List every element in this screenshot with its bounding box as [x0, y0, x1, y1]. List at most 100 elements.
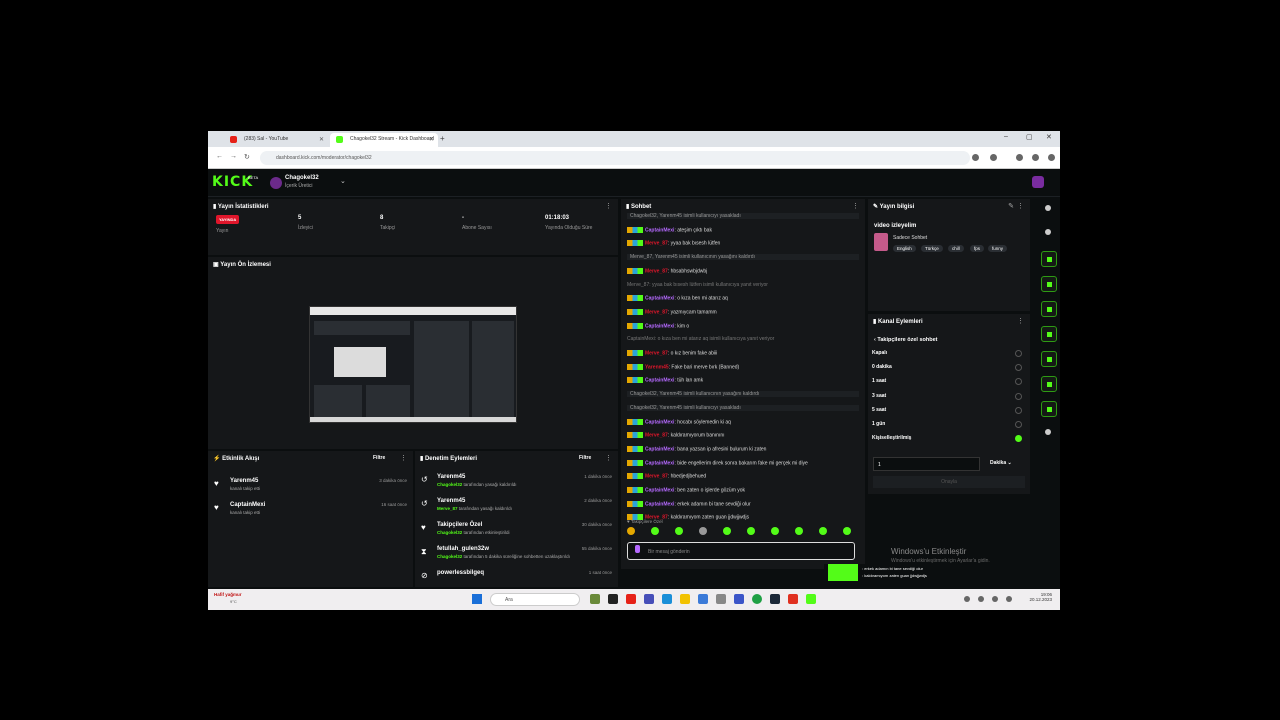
app-icon[interactable]: [734, 594, 744, 604]
app-icon[interactable]: [716, 594, 726, 604]
clock[interactable]: 19:06 20.12.2023: [1029, 592, 1052, 602]
tray-icon[interactable]: [964, 596, 970, 602]
download-icon[interactable]: [1016, 154, 1023, 161]
chat-message[interactable]: CaptainMexi: bide engellerim direk sonra…: [627, 459, 859, 466]
sidebar-button[interactable]: [1041, 301, 1057, 317]
youtube-icon[interactable]: [626, 594, 636, 604]
more-icon[interactable]: ⋮: [1017, 317, 1024, 325]
forward-icon[interactable]: →: [230, 153, 237, 160]
users-icon[interactable]: [1045, 429, 1051, 435]
emote-icon[interactable]: [819, 527, 827, 535]
chat-username[interactable]: Merve_87: [645, 268, 668, 274]
duration-option[interactable]: 3 saat: [872, 392, 1022, 400]
reload-icon[interactable]: ↻: [244, 153, 250, 161]
chat-username[interactable]: CaptainMexi: [645, 501, 674, 507]
app-icon[interactable]: [590, 594, 600, 604]
chrome-icon[interactable]: [752, 594, 762, 604]
chevron-down-icon[interactable]: ⌄: [340, 177, 346, 185]
radio-button[interactable]: [1015, 421, 1022, 428]
microphone-icon[interactable]: [635, 545, 640, 553]
chat-message[interactable]: Merve_87: kaldıramıyorum banınını: [627, 432, 859, 439]
radio-button[interactable]: [1015, 364, 1022, 372]
stream-category[interactable]: Sadece Sohbet: [893, 235, 927, 241]
extensions-icon[interactable]: [990, 154, 997, 161]
info-icon[interactable]: [1045, 205, 1051, 211]
bookmark-icon[interactable]: [972, 154, 979, 161]
emote-icon[interactable]: [651, 527, 659, 535]
duration-option[interactable]: 5 saat: [872, 406, 1022, 414]
app-icon[interactable]: [698, 594, 708, 604]
feed-name[interactable]: Takipçilere Özel: [437, 522, 482, 528]
duration-option[interactable]: 1 gün: [872, 421, 1022, 428]
chat-message[interactable]: CaptainMexi: hocabı söylemedin ki aq: [627, 418, 859, 425]
more-icon[interactable]: ⋮: [605, 202, 612, 210]
user-avatar[interactable]: [1032, 176, 1044, 188]
volume-icon[interactable]: [992, 596, 998, 602]
tray-icon[interactable]: [978, 596, 984, 602]
tag[interactable]: funny: [988, 245, 1008, 252]
edge-icon[interactable]: [662, 594, 672, 604]
start-icon[interactable]: [472, 594, 482, 604]
feed-name[interactable]: Yarenm45: [437, 474, 465, 480]
pencil-icon[interactable]: [1045, 229, 1051, 235]
edit-icon[interactable]: ✎: [1008, 202, 1014, 210]
network-icon[interactable]: [1006, 596, 1012, 602]
chat-username[interactable]: CaptainMexi: [645, 227, 674, 233]
feed-name[interactable]: fetullah_gulen32w: [437, 546, 489, 552]
duration-option[interactable]: Kapalı: [872, 350, 1022, 357]
sidebar-button[interactable]: [1041, 376, 1057, 392]
stream-preview-video[interactable]: [309, 306, 517, 423]
tag[interactable]: Türkçe: [921, 245, 943, 252]
radio-button[interactable]: [1015, 350, 1022, 357]
more-icon[interactable]: ⋮: [605, 454, 612, 462]
chat-username[interactable]: CaptainMexi: [645, 323, 674, 329]
chat-message[interactable]: Merve_87: yazmıycam tamamm: [627, 308, 859, 315]
chat-message[interactable]: CaptainMexi: ben zaten o işlerde gözüm y…: [627, 487, 859, 493]
menu-icon[interactable]: [1048, 154, 1055, 161]
app-icon[interactable]: [608, 594, 618, 604]
chat-message[interactable]: Merve_87: hbedjedjbehued: [627, 473, 859, 480]
emote-icon[interactable]: [699, 527, 707, 535]
emote-icon[interactable]: [843, 527, 851, 535]
app-icon[interactable]: [788, 594, 798, 604]
chat-username[interactable]: CaptainMexi: [645, 419, 674, 425]
close-icon[interactable]: ✕: [319, 136, 324, 143]
emote-icon[interactable]: [771, 527, 779, 535]
teams-icon[interactable]: [644, 594, 654, 604]
sidebar-button[interactable]: [1041, 276, 1057, 292]
duration-option[interactable]: Kişiselleştirilmiş: [872, 435, 1022, 443]
emote-icon[interactable]: [723, 527, 731, 535]
filter-button[interactable]: Filtre: [579, 455, 591, 461]
chat-username[interactable]: CaptainMexi: [645, 378, 674, 384]
emote-icon[interactable]: [675, 527, 683, 535]
feed-name[interactable]: CaptainMexi: [230, 502, 265, 508]
chat-username[interactable]: Yarenm45: [645, 364, 669, 370]
weather-widget[interactable]: Hafif yağmur: [214, 592, 242, 597]
filter-button[interactable]: Filtre: [373, 455, 385, 461]
channel-name[interactable]: Chagokel32: [285, 175, 319, 181]
back-button[interactable]: ‹ Takipçilere özel sohbet: [874, 337, 938, 343]
chat-message[interactable]: CaptainMexi: o kıza ben mi atarız aq: [627, 295, 859, 302]
steam-icon[interactable]: [770, 594, 780, 604]
folder-icon[interactable]: [680, 594, 690, 604]
chat-username[interactable]: Merve_87: [645, 350, 668, 356]
emote-icon[interactable]: [747, 527, 755, 535]
sidebar-button[interactable]: [1041, 351, 1057, 367]
tag[interactable]: English: [893, 245, 916, 252]
chat-username[interactable]: Merve_87: [645, 241, 668, 247]
confirm-button[interactable]: Onayla: [873, 476, 1025, 488]
chat-message[interactable]: CaptainMexi: tüh lan amk: [627, 377, 859, 384]
sidebar-button[interactable]: [1041, 326, 1057, 342]
chat-message[interactable]: CaptainMexi: erkek adamın bi tane sevdiğ…: [627, 500, 859, 507]
kick-logo[interactable]: KICK: [212, 174, 253, 190]
close-icon[interactable]: ✕: [429, 136, 434, 143]
tab-kick[interactable]: Chagokel32 Stream - Kick Dashboard ✕: [330, 133, 438, 147]
chat-username[interactable]: CaptainMexi: [645, 446, 674, 452]
chat-username[interactable]: Merve_87: [645, 474, 668, 480]
emote-icon[interactable]: [627, 527, 635, 535]
chat-message[interactable]: CaptainMexi: ateşim çıktı bak: [627, 226, 859, 233]
unit-select[interactable]: Dakika ⌄: [990, 460, 1012, 466]
feed-name[interactable]: Yarenm45: [230, 478, 258, 484]
chat-message[interactable]: Yarenm45: Fake bari merve bırk (Banned): [627, 363, 859, 370]
duration-option[interactable]: 0 dakika: [872, 364, 1022, 372]
